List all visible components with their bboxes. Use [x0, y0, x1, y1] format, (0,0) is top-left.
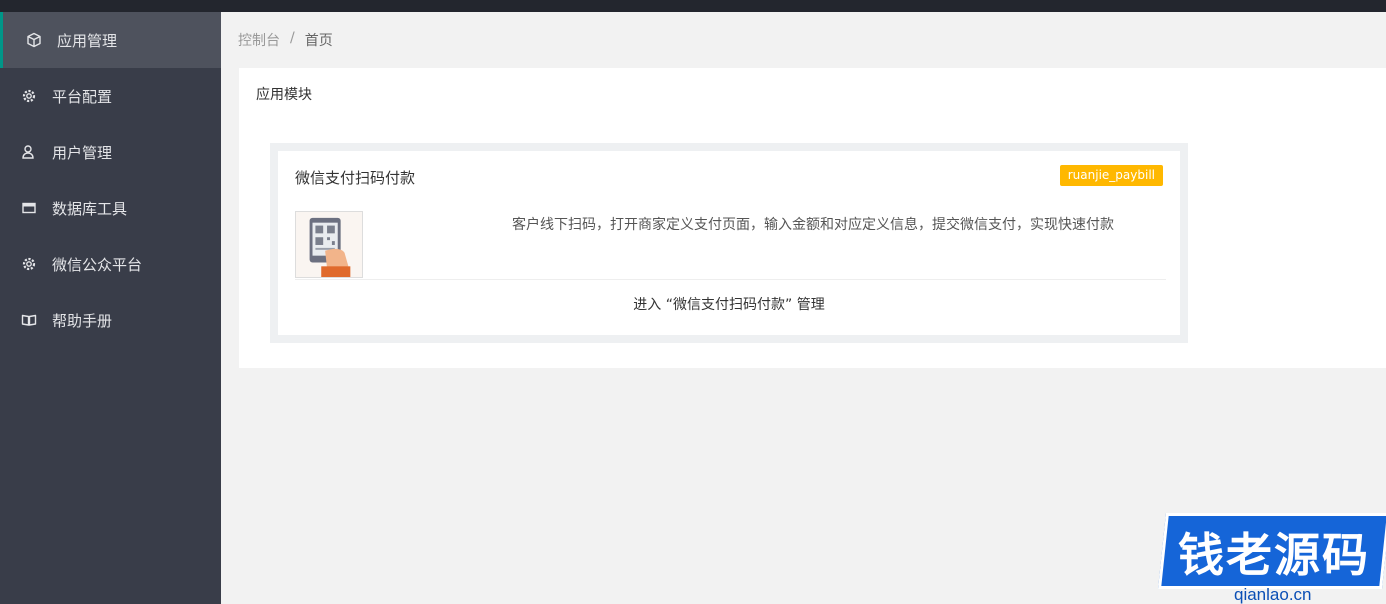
watermark-domain: qianlao.cn [1234, 585, 1312, 604]
enter-app-management-link[interactable]: 进入 “微信支付扫码付款” 管理 [278, 294, 1180, 314]
database-icon [20, 199, 38, 217]
cube-icon [25, 31, 43, 49]
app-card-wrapper: 微信支付扫码付款 ruanjie_paybill 客户线下扫码，打开商家定义支付… [270, 143, 1188, 343]
app-card: 微信支付扫码付款 ruanjie_paybill 客户线下扫码，打开商家定义支付… [278, 151, 1180, 335]
breadcrumb: 控制台 / 首页 [238, 30, 333, 50]
app-card-description: 客户线下扫码，打开商家定义支付页面，输入金额和对应定义信息，提交微信支付，实现快… [512, 217, 1114, 233]
top-bar [0, 0, 1386, 12]
sidebar-item-label: 数据库工具 [52, 199, 128, 218]
sidebar-item-wechat-platform[interactable]: 微信公众平台 [0, 236, 221, 292]
book-icon [20, 311, 38, 329]
qr-scan-illustration-icon [296, 212, 362, 277]
sidebar-item-help-manual[interactable]: 帮助手册 [0, 292, 221, 348]
app-thumbnail [295, 211, 363, 278]
panel-title: 应用模块 [256, 87, 312, 103]
card-divider [295, 279, 1166, 280]
breadcrumb-current: 首页 [304, 33, 333, 49]
breadcrumb-root[interactable]: 控制台 [238, 30, 280, 50]
app-card-title: 微信支付扫码付款 [295, 169, 416, 187]
gear-icon [20, 87, 38, 105]
sidebar-item-database-tools[interactable]: 数据库工具 [0, 180, 221, 236]
sidebar-item-label: 用户管理 [52, 143, 113, 162]
sidebar-item-platform-config[interactable]: 平台配置 [0, 68, 221, 124]
site-watermark: 钱老源码 qianlao.cn [1158, 497, 1386, 604]
breadcrumb-separator: / [290, 30, 295, 46]
sidebar-item-user-management[interactable]: 用户管理 [0, 124, 221, 180]
sidebar-item-label: 微信公众平台 [52, 255, 143, 274]
user-icon [20, 143, 38, 161]
gear-icon [20, 255, 38, 273]
sidebar-item-label: 帮助手册 [52, 311, 113, 330]
app-id-badge: ruanjie_paybill [1059, 165, 1163, 186]
sidebar: 应用管理 平台配置 用户管理 数据库工具 微信公众平台 帮助手册 [0, 12, 221, 604]
app-module-panel: 应用模块 微信支付扫码付款 ruanjie_paybill 客户线下扫码，打开商… [239, 68, 1386, 368]
watermark-text: 钱老源码 [1178, 528, 1370, 582]
sidebar-item-label: 应用管理 [57, 31, 118, 50]
sidebar-item-app-management[interactable]: 应用管理 [0, 12, 221, 68]
sidebar-item-label: 平台配置 [52, 87, 113, 106]
